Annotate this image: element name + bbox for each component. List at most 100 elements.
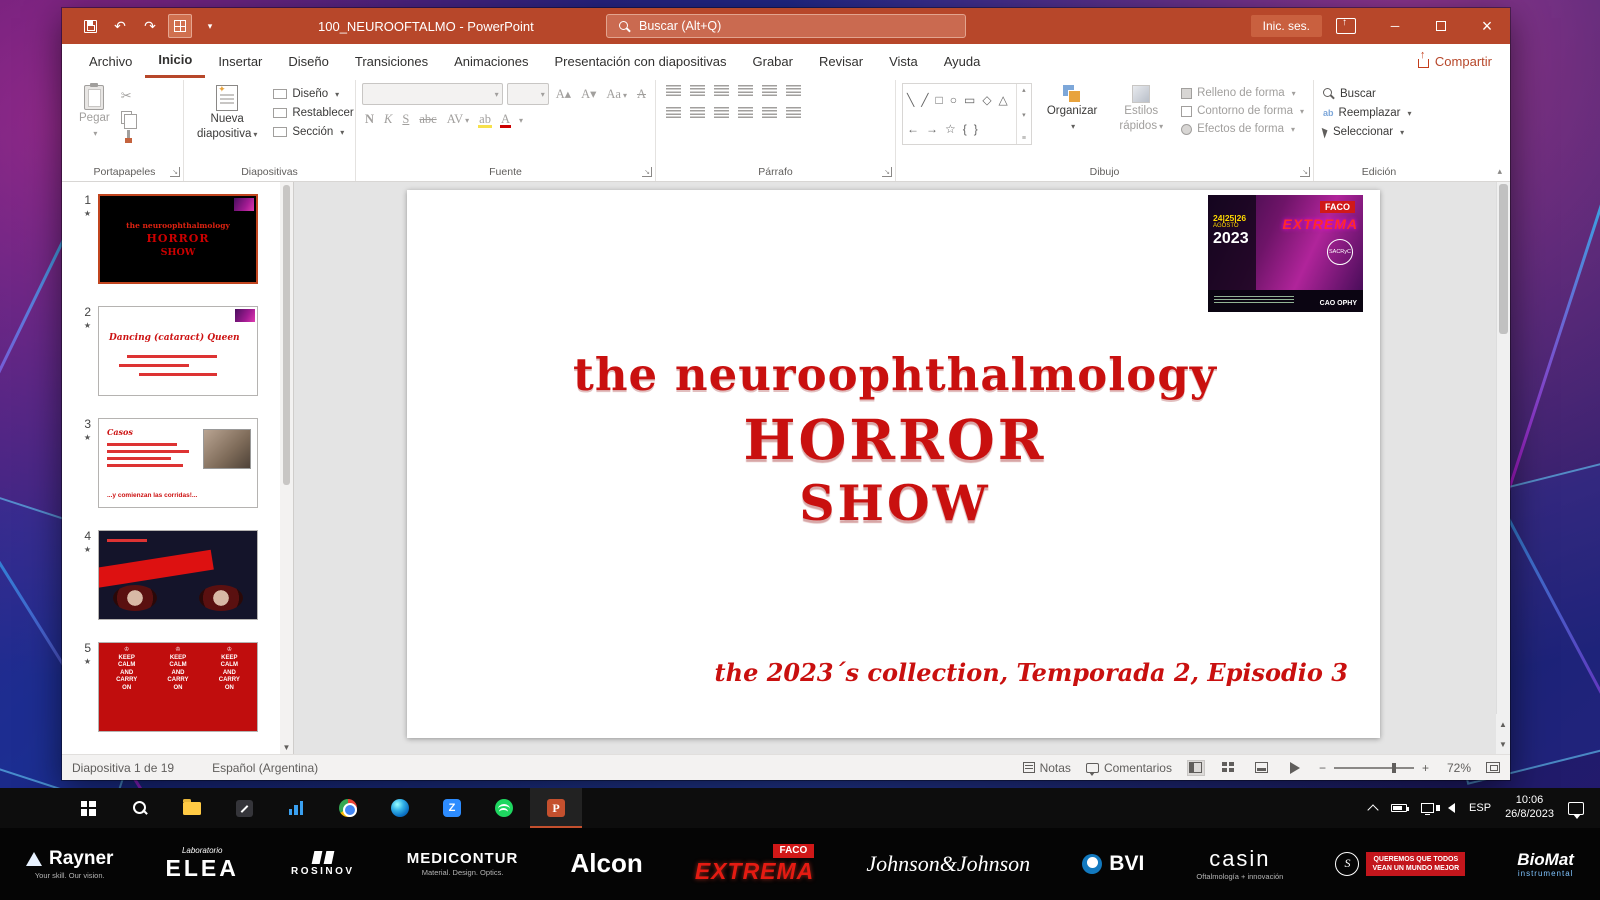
thumbnail-slide-4[interactable]	[98, 530, 258, 620]
normal-view-button[interactable]	[1187, 760, 1205, 776]
tab-presentacion[interactable]: Presentación con diapositivas	[542, 44, 740, 78]
underline-button[interactable]: S	[399, 112, 412, 127]
slide-show-text[interactable]: SHOW	[565, 474, 1225, 532]
notes-toggle[interactable]: Notas	[1023, 761, 1071, 775]
thumbnail-row-5[interactable]: 5★ ♔ KEEP CALM AND CARRY ON ♔ KEEP CALM …	[62, 642, 293, 732]
arrange-button[interactable]: Organizar	[1040, 83, 1105, 145]
tab-diseno[interactable]: Diseño	[275, 44, 341, 78]
font-more-button[interactable]	[517, 110, 523, 128]
tab-revisar[interactable]: Revisar	[806, 44, 876, 78]
editor-scrollbar[interactable]	[1496, 182, 1510, 754]
slide-title-block[interactable]: the neuroophthalmology HORROR SHOW	[565, 348, 1225, 532]
fit-to-window-button[interactable]	[1486, 762, 1500, 773]
bold-button[interactable]: N	[362, 112, 377, 127]
tab-vista[interactable]: Vista	[876, 44, 931, 78]
tab-insertar[interactable]: Insertar	[205, 44, 275, 78]
find-button[interactable]: Buscar	[1320, 87, 1438, 101]
ribbon-display-options-button[interactable]	[1336, 18, 1356, 34]
tab-inicio[interactable]: Inicio	[145, 44, 205, 78]
indent-decrease-button[interactable]	[714, 85, 729, 96]
zoom-percentage[interactable]: 72%	[1437, 761, 1471, 775]
reading-view-button[interactable]	[1253, 760, 1271, 776]
chrome-button[interactable]	[322, 788, 374, 828]
reset-button[interactable]: Restablecer	[270, 106, 356, 120]
indent-increase-button[interactable]	[738, 85, 753, 96]
app-icon-stats[interactable]	[270, 788, 322, 828]
clock[interactable]: 10:06 26/8/2023	[1505, 794, 1554, 822]
network-icon[interactable]	[1421, 803, 1434, 813]
tab-animaciones[interactable]: Animaciones	[441, 44, 541, 78]
align-right-button[interactable]	[714, 107, 729, 118]
paragraph-dialog-launcher[interactable]	[882, 167, 892, 177]
restore-button[interactable]	[1418, 8, 1464, 44]
editor-scrollbar-thumb[interactable]	[1499, 184, 1508, 334]
text-direction-button[interactable]	[786, 85, 801, 96]
close-button[interactable]	[1464, 8, 1510, 44]
shapes-gallery[interactable]: ╲╱□○▭◇ △←→☆{} ▴▾≡	[902, 83, 1032, 145]
smartart-convert-button[interactable]	[786, 107, 801, 118]
keyboard-language[interactable]: ESP	[1469, 802, 1491, 814]
thumbnail-slide-2[interactable]: Dancing (cataract) Queen	[98, 306, 258, 396]
new-slide-button[interactable]: Nueva diapositiva	[190, 83, 264, 143]
edge-button[interactable]	[374, 788, 426, 828]
slide-horror-text[interactable]: HORROR	[565, 407, 1225, 472]
customize-qat-button[interactable]	[198, 14, 222, 38]
tab-archivo[interactable]: Archivo	[76, 44, 145, 78]
slide-title-text[interactable]: the neuroophthalmology	[565, 348, 1225, 401]
replace-button[interactable]: Reemplazar	[1320, 106, 1438, 120]
numbering-button[interactable]	[690, 85, 705, 96]
slideshow-view-button[interactable]	[1286, 760, 1304, 776]
app-icon-1[interactable]	[218, 788, 270, 828]
shape-effects-button[interactable]: Efectos de forma	[1178, 122, 1307, 136]
spotify-button[interactable]	[478, 788, 530, 828]
select-button[interactable]: Seleccionar	[1320, 125, 1438, 139]
section-button[interactable]: Sección	[270, 125, 356, 139]
char-spacing-button[interactable]: AV	[444, 112, 472, 127]
slide-sorter-view-button[interactable]	[1220, 760, 1238, 776]
slide-subtitle-text[interactable]: the 2023´s collection, Temporada 2, Epis…	[715, 658, 1348, 687]
search-box[interactable]: Buscar (Alt+Q)	[606, 14, 966, 38]
faco-extrema-poster[interactable]: 24|25|26 AGOSTO 2023 FACO EXTREMA SACRyC…	[1208, 195, 1363, 312]
zoom-slider[interactable]	[1334, 767, 1414, 769]
thumbnail-slide-5[interactable]: ♔ KEEP CALM AND CARRY ON ♔ KEEP CALM AND…	[98, 642, 258, 732]
save-button[interactable]	[78, 14, 102, 38]
layout-button[interactable]: Diseño	[270, 87, 356, 101]
volume-icon[interactable]	[1448, 803, 1455, 813]
drawing-dialog-launcher[interactable]	[1300, 167, 1310, 177]
next-slide-button[interactable]: ▼	[1496, 734, 1510, 754]
tab-grabar[interactable]: Grabar	[740, 44, 806, 78]
zoom-slider-thumb[interactable]	[1392, 763, 1396, 773]
format-painter-button[interactable]	[121, 130, 135, 144]
file-explorer-button[interactable]	[166, 788, 218, 828]
comments-toggle[interactable]: Comentarios	[1086, 761, 1172, 775]
powerpoint-taskbar-button[interactable]: P	[530, 788, 582, 828]
thumbnail-slide-1[interactable]: the neuroophthalmology HORROR SHOW	[98, 194, 258, 284]
shape-outline-button[interactable]: Contorno de forma	[1178, 104, 1307, 118]
font-color-button[interactable]: A	[498, 112, 513, 127]
highlight-color-button[interactable]: ab	[476, 112, 494, 127]
bullets-button[interactable]	[666, 85, 681, 96]
copy-button[interactable]	[121, 111, 132, 124]
battery-icon[interactable]	[1391, 804, 1407, 812]
line-spacing-button[interactable]	[762, 85, 777, 96]
tab-ayuda[interactable]: Ayuda	[931, 44, 994, 78]
quick-styles-button[interactable]: Estilos rápidos	[1112, 83, 1170, 145]
sign-in-button[interactable]: Inic. ses.	[1251, 15, 1322, 37]
change-case-button[interactable]: Aa	[603, 87, 630, 102]
cut-button[interactable]	[121, 87, 135, 105]
taskbar-search-button[interactable]	[114, 788, 166, 828]
thumbnail-row-4[interactable]: 4★	[62, 530, 293, 620]
columns-button[interactable]	[762, 107, 777, 118]
justify-button[interactable]	[738, 107, 753, 118]
language-indicator[interactable]: Español (Argentina)	[212, 761, 318, 775]
italic-button[interactable]: K	[381, 112, 395, 127]
share-button[interactable]: Compartir	[1418, 44, 1492, 78]
redo-button[interactable]	[138, 14, 162, 38]
font-size-select[interactable]	[507, 83, 549, 105]
zoom-in-button[interactable]: +	[1422, 761, 1429, 775]
clear-format-button[interactable]: A	[634, 87, 649, 102]
shape-fill-button[interactable]: Relleno de forma	[1178, 86, 1307, 100]
decrease-font-button[interactable]: A▾	[578, 86, 599, 102]
slide-canvas[interactable]: 24|25|26 AGOSTO 2023 FACO EXTREMA SACRyC…	[407, 190, 1380, 738]
action-center-icon[interactable]	[1568, 802, 1584, 815]
